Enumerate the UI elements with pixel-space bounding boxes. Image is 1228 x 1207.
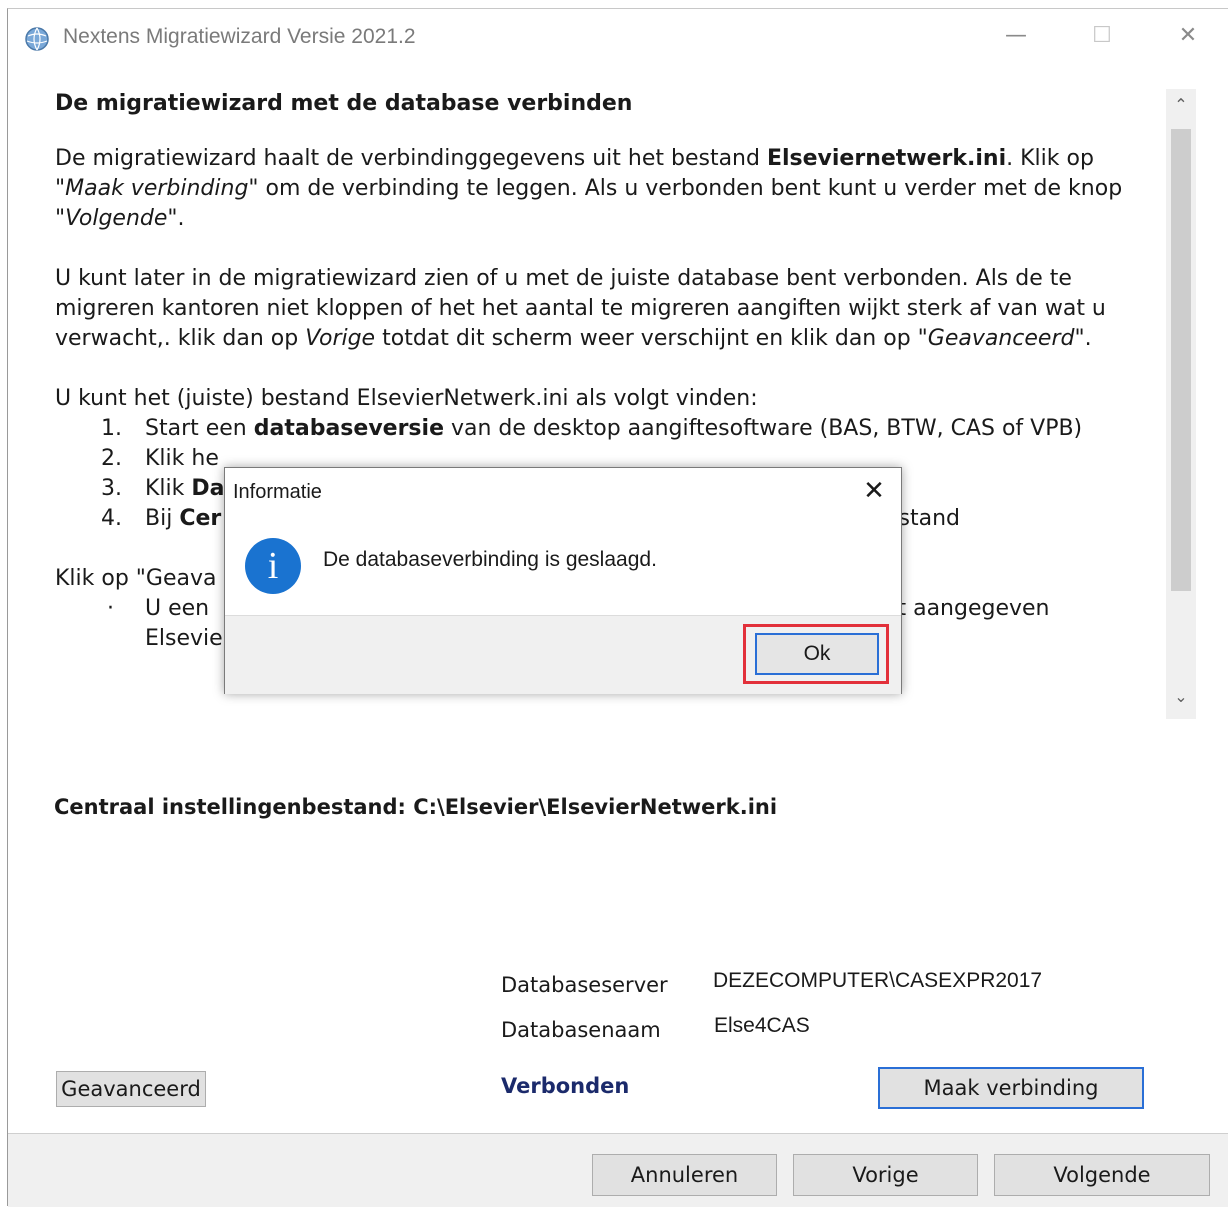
cancel-button[interactable]: Annuleren xyxy=(592,1154,777,1196)
database-server-value: DEZECOMPUTER\CASEXPR2017 xyxy=(713,969,1043,992)
wizard-footer: Annuleren Vorige Volgende xyxy=(8,1133,1228,1207)
ok-button[interactable]: Ok xyxy=(755,633,879,675)
list-item: 1. Start een databaseversie van de deskto… xyxy=(101,416,1083,441)
info-icon: i xyxy=(245,538,301,594)
window-title: Nextens Migratiewizard Versie 2021.2 xyxy=(63,25,416,48)
information-dialog: Informatie ✕ i De databaseverbinding is … xyxy=(224,467,902,694)
previous-button[interactable]: Vorige xyxy=(793,1154,978,1196)
minimize-button[interactable]: — xyxy=(998,21,1034,51)
dialog-message: De databaseverbinding is geslaagd. xyxy=(323,548,657,571)
dialog-title: Informatie xyxy=(233,481,322,503)
scroll-thumb[interactable] xyxy=(1171,129,1191,591)
dialog-close-icon[interactable]: ✕ xyxy=(859,476,889,506)
title-bar: Nextens Migratiewizard Versie 2021.2 — ☐… xyxy=(8,9,1228,65)
page-heading: De migratiewizard met de database verbin… xyxy=(55,91,633,116)
database-name-value: Else4CAS xyxy=(714,1014,810,1037)
connection-status: Verbonden xyxy=(501,1074,630,1098)
app-globe-icon xyxy=(25,27,49,51)
scroll-up-icon[interactable]: ⌃ xyxy=(1166,95,1196,114)
verify-paragraph: U kunt later in de migratiewizard zien o… xyxy=(55,266,1106,351)
next-button[interactable]: Volgende xyxy=(994,1154,1210,1196)
dialog-footer: Ok xyxy=(225,615,901,694)
close-button[interactable]: ✕ xyxy=(1170,21,1206,51)
connect-button[interactable]: Maak verbinding xyxy=(878,1067,1144,1109)
find-file-intro: U kunt het (juiste) bestand ElsevierNetw… xyxy=(55,386,758,411)
intro-paragraph: De migratiewizard haalt de verbinding­ge… xyxy=(55,146,1123,231)
database-server-label: Databaseserver xyxy=(501,973,668,997)
scroll-down-icon[interactable]: ⌄ xyxy=(1166,687,1196,706)
advanced-button[interactable]: Geavanceerd xyxy=(56,1071,206,1107)
central-settings-file: Centraal instellingenbestand: C:\Elsevie… xyxy=(54,795,778,819)
database-name-label: Databasenaam xyxy=(501,1018,661,1042)
vertical-scrollbar[interactable]: ⌃ ⌄ xyxy=(1166,89,1196,719)
maximize-button[interactable]: ☐ xyxy=(1084,21,1120,51)
